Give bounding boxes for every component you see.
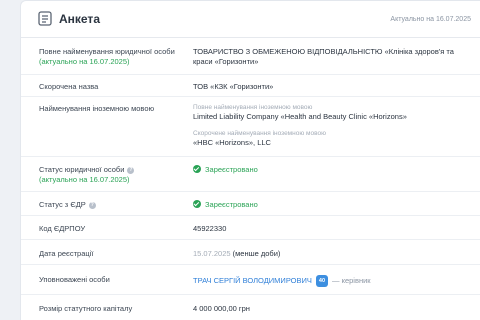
row-edr-status: Статус з ЄДР? Зареєстровано <box>21 192 480 216</box>
full-name-value: ТОВАРИСТВО З ОБМЕЖЕНОЮ ВІДПОВІДАЛЬНІСТЮ … <box>193 47 454 66</box>
edrpou-value: 45922330 <box>193 224 227 233</box>
card-title: Анкета <box>59 12 100 26</box>
foreign-name-full: Повне найменування іноземною мовою Limit… <box>193 103 463 122</box>
full-name-actual-date: (актуально на 16.07.2025) <box>39 57 130 66</box>
foreign-full-caption: Повне найменування іноземною мовою <box>193 104 313 111</box>
actual-date: Актуально на 16.07.2025 <box>390 16 471 23</box>
row-edrpou: Код ЄДРПОУ 45922330 <box>21 216 480 240</box>
reg-date-label: Дата реєстрації <box>39 249 94 258</box>
help-icon[interactable]: ? <box>127 167 135 174</box>
row-short-name: Скорочена назва ТОВ «КЗК «Горизонти» <box>21 75 480 97</box>
edr-status-label-text: Статус з ЄДР <box>39 200 86 209</box>
edrpou-label: Код ЄДРПОУ <box>39 224 86 233</box>
edr-status-label: Статус з ЄДР? <box>39 200 189 210</box>
legal-status-value: Зареєстровано <box>193 165 463 175</box>
row-reg-date: Дата реєстрації 15.07.2025 (менше доби) <box>21 240 480 265</box>
full-name-label: Повне найменування юридичної особи (акту… <box>39 47 189 67</box>
capital-label: Розмір статутного капіталу <box>39 304 133 313</box>
help-icon[interactable]: ? <box>88 202 96 209</box>
legal-status-label-text: Статус юридичної особи <box>39 165 125 174</box>
reg-date-note: (менше доби) <box>232 249 281 258</box>
legal-status-text: Зареєстровано <box>205 165 258 174</box>
short-name-value: ТОВ «КЗК «Горизонти» <box>193 82 274 91</box>
row-legal-status: Статус юридичної особи? (актуально на 16… <box>21 157 480 192</box>
capital-value: 4 000 000,00 грн <box>193 304 250 313</box>
company-profile-card: Анкета Актуально на 16.07.2025 Повне най… <box>20 0 480 320</box>
row-capital: Розмір статутного капіталу 4 000 000,00 … <box>21 295 480 320</box>
full-name-label-text: Повне найменування юридичної особи <box>39 47 175 56</box>
edr-status-text: Зареєстровано <box>205 200 258 209</box>
foreign-name-short: Скорочене найменування іноземною мовою «… <box>193 129 463 148</box>
check-circle-icon <box>193 200 201 208</box>
check-circle-icon <box>193 165 201 173</box>
card-header: Анкета Актуально на 16.07.2025 <box>21 1 480 38</box>
reg-date: 15.07.2025 <box>193 249 231 258</box>
short-name-label: Скорочена назва <box>39 82 99 91</box>
authorized-person-link[interactable]: ТРАЧ СЕРГІЙ ВОЛОДИМИРОВИЧ <box>193 276 312 285</box>
row-full-name: Повне найменування юридичної особи (акту… <box>21 38 480 75</box>
document-icon <box>38 11 52 26</box>
reg-date-value: 15.07.2025 (менше доби) <box>193 249 463 259</box>
foreign-short-caption: Скорочене найменування іноземною мовою <box>193 130 326 137</box>
foreign-full-value: Limited Liability Company «Health and Be… <box>193 112 407 121</box>
person-badge[interactable]: 40 <box>315 275 329 287</box>
edr-status-value: Зареєстровано <box>193 200 463 210</box>
legal-status-label: Статус юридичної особи? (актуально на 16… <box>39 165 189 185</box>
row-authorized: Уповноважені особи ТРАЧ СЕРГІЙ ВОЛОДИМИР… <box>21 265 480 295</box>
authorized-label: Уповноважені особи <box>39 275 110 284</box>
authorized-value: ТРАЧ СЕРГІЙ ВОЛОДИМИРОВИЧ 40— керівник <box>193 275 463 287</box>
legal-status-actual-date: (актуально на 16.07.2025) <box>39 175 130 184</box>
foreign-name-label: Найменування іноземною мовою <box>39 104 155 113</box>
row-foreign-name: Найменування іноземною мовою Повне найме… <box>21 97 480 157</box>
authorized-role: — керівник <box>332 276 371 285</box>
foreign-short-value: «HBC «Horizons», LLC <box>193 138 271 147</box>
